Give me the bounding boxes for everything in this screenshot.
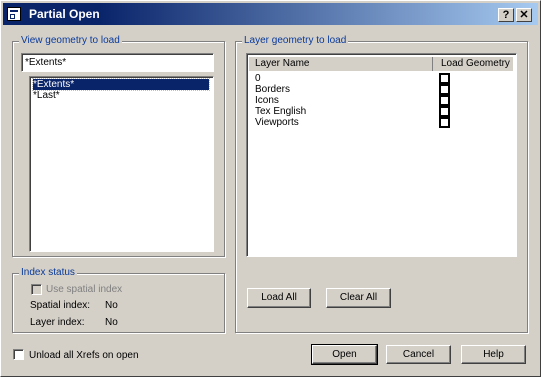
load-geometry-checkbox[interactable] xyxy=(439,73,450,84)
title-bar[interactable]: Partial Open ? ✕ xyxy=(3,3,538,25)
layer-index-label: Layer index: xyxy=(30,317,85,328)
partial-open-dialog: Partial Open ? ✕ View geometry to load *… xyxy=(0,0,541,377)
load-all-button[interactable]: Load All xyxy=(247,288,311,308)
layer-index-value: No xyxy=(105,317,118,328)
spatial-index-label: Spatial index: xyxy=(30,300,91,311)
close-button[interactable]: ✕ xyxy=(516,8,532,22)
help-button[interactable]: Help xyxy=(461,345,526,364)
load-geometry-header[interactable]: Load Geometry xyxy=(433,57,513,71)
dialog-title: Partial Open xyxy=(29,7,100,21)
load-geometry-checkbox[interactable] xyxy=(439,106,450,117)
load-geometry-header-text: Load Geometry xyxy=(441,58,510,69)
open-button[interactable]: Open xyxy=(311,344,378,365)
spatial-index-value: No xyxy=(105,300,118,311)
selected-view-field[interactable]: *Extents* xyxy=(21,53,214,72)
layer-row[interactable]: 0 xyxy=(255,73,261,84)
layer-name-header[interactable]: Layer Name xyxy=(249,57,433,71)
layer-list[interactable]: Layer Name Load Geometry 0 Borders Icons… xyxy=(246,53,517,257)
use-spatial-index-checkbox[interactable] xyxy=(31,284,42,295)
load-geometry-checkbox[interactable] xyxy=(439,117,450,128)
unload-xrefs-checkbox[interactable] xyxy=(13,349,24,360)
view-list-item[interactable]: *Extents* xyxy=(32,78,210,91)
layer-name-header-text: Layer Name xyxy=(255,58,310,69)
help-title-button[interactable]: ? xyxy=(498,8,514,22)
selected-view-value: *Extents* xyxy=(25,57,67,68)
unload-xrefs-label: Unload all Xrefs on open xyxy=(29,350,139,361)
view-geometry-label: View geometry to load xyxy=(19,35,122,46)
use-spatial-index-label: Use spatial index xyxy=(46,284,123,295)
cancel-button[interactable]: Cancel xyxy=(386,345,451,364)
view-list-item[interactable]: *Last* xyxy=(33,90,60,101)
clear-all-button[interactable]: Clear All xyxy=(326,288,391,308)
load-geometry-checkbox[interactable] xyxy=(439,84,450,95)
view-list[interactable]: *Extents* *Last* xyxy=(29,76,214,252)
layer-row[interactable]: Viewports xyxy=(255,117,299,128)
layer-row[interactable]: Borders xyxy=(255,84,290,95)
layer-geometry-label: Layer geometry to load xyxy=(242,35,349,46)
layer-row[interactable]: Icons xyxy=(255,95,279,106)
app-icon xyxy=(7,7,21,21)
load-geometry-checkbox[interactable] xyxy=(439,95,450,106)
layer-row[interactable]: Tex English xyxy=(255,106,306,117)
index-status-label: Index status xyxy=(19,267,77,278)
